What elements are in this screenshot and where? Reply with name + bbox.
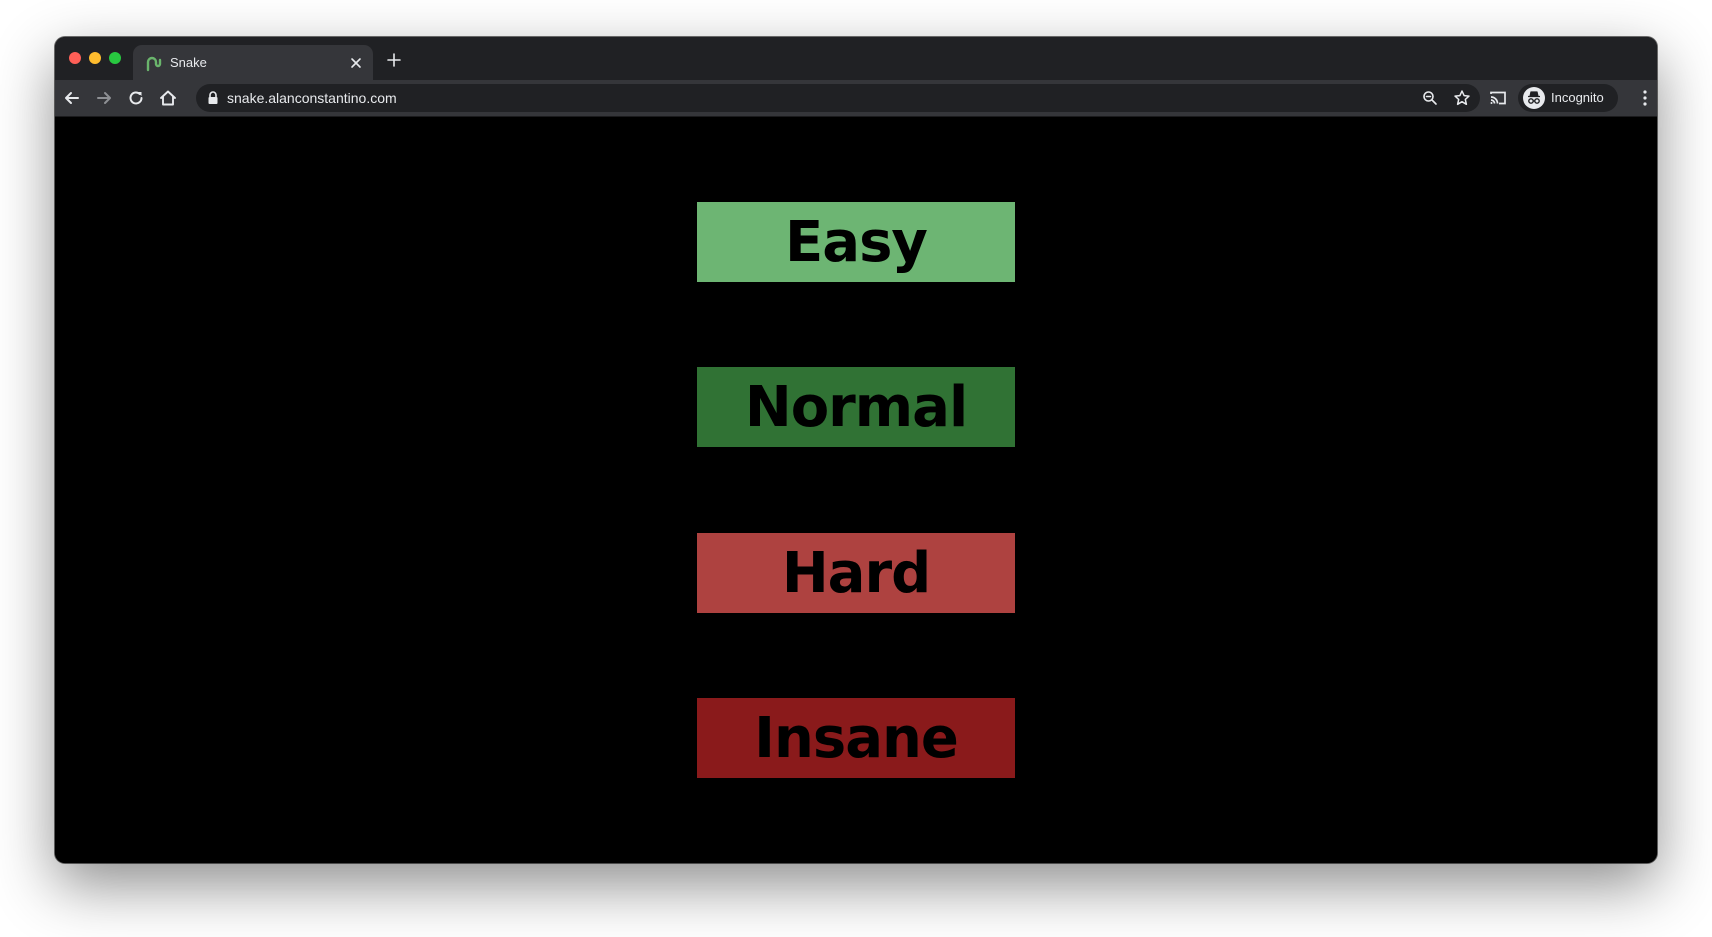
back-icon[interactable] — [61, 87, 83, 109]
home-icon[interactable] — [157, 87, 179, 109]
zoom-icon[interactable] — [1420, 88, 1440, 108]
more-menu-icon[interactable] — [1634, 87, 1656, 109]
cast-icon[interactable] — [1487, 87, 1509, 109]
insane-button[interactable]: Insane — [697, 698, 1015, 778]
title-bar: Snake — [55, 37, 1657, 80]
tab-snake[interactable]: Snake — [133, 45, 373, 80]
incognito-profile-button[interactable]: Incognito — [1518, 84, 1618, 112]
snake-favicon-icon — [146, 56, 162, 72]
new-tab-icon[interactable] — [384, 50, 404, 70]
bookmark-star-icon[interactable] — [1452, 88, 1472, 108]
lock-icon — [208, 91, 218, 104]
forward-icon[interactable] — [93, 87, 115, 109]
incognito-icon — [1528, 91, 1540, 104]
reload-icon[interactable] — [125, 87, 147, 109]
maximize-window-button[interactable] — [109, 52, 121, 64]
incognito-avatar — [1523, 87, 1545, 109]
url-text[interactable]: snake.alanconstantino.com — [227, 90, 397, 106]
close-tab-icon[interactable] — [347, 54, 365, 72]
address-bar[interactable]: snake.alanconstantino.com — [196, 84, 1480, 112]
close-window-button[interactable] — [69, 52, 81, 64]
minimize-window-button[interactable] — [89, 52, 101, 64]
normal-button[interactable]: Normal — [697, 367, 1015, 447]
browser-toolbar: snake.alanconstantino.com Incognito — [55, 80, 1657, 117]
easy-button[interactable]: Easy — [697, 202, 1015, 282]
browser-window: Snake snake.alanconstantino.com Incognit… — [55, 37, 1657, 863]
tab-title: Snake — [170, 55, 207, 70]
hard-button[interactable]: Hard — [697, 533, 1015, 613]
incognito-label: Incognito — [1551, 90, 1604, 105]
page-content: Easy Normal Hard Insane — [55, 117, 1657, 863]
